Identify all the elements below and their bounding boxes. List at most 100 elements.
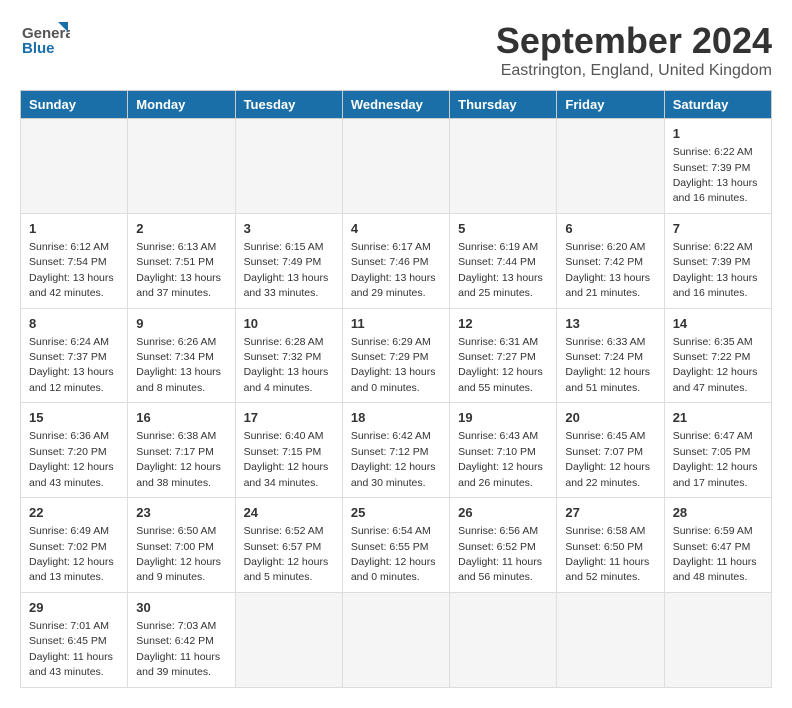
weekday-header: Monday <box>128 91 235 119</box>
calendar-day-cell: 1Sunrise: 6:12 AMSunset: 7:54 PMDaylight… <box>21 213 128 308</box>
day-number: 13 <box>565 315 655 333</box>
day-info: Sunrise: 6:20 AMSunset: 7:42 PMDaylight:… <box>565 241 650 299</box>
calendar-week-row: 15 Sunrise: 6:36 AMSunset: 7:20 PMDayligh… <box>21 403 772 498</box>
day-info: Sunrise: 6:22 AMSunset: 7:39 PMDaylight:… <box>673 241 758 299</box>
day-number: 10 <box>244 315 334 333</box>
calendar-day-cell <box>235 119 342 214</box>
calendar-day-cell: 26 Sunrise: 6:56 AMSunset: 6:52 PMDayligh… <box>450 498 557 593</box>
calendar-day-cell: 1 Sunrise: 6:22 AMSunset: 7:39 PMDaylight… <box>664 119 771 214</box>
day-number: 28 <box>673 504 763 522</box>
day-number: 7 <box>673 220 763 238</box>
day-info: Sunrise: 6:13 AMSunset: 7:51 PMDaylight:… <box>136 241 221 299</box>
day-number: 29 <box>29 599 119 617</box>
day-info: Sunrise: 6:33 AMSunset: 7:24 PMDaylight:… <box>565 336 650 394</box>
calendar-day-cell <box>557 119 664 214</box>
day-number: 15 <box>29 409 119 427</box>
calendar-week-row: 8Sunrise: 6:24 AMSunset: 7:37 PMDaylight… <box>21 308 772 403</box>
day-number: 26 <box>458 504 548 522</box>
day-number: 24 <box>244 504 334 522</box>
calendar-day-cell: 13 Sunrise: 6:33 AMSunset: 7:24 PMDayligh… <box>557 308 664 403</box>
calendar-day-cell: 28 Sunrise: 6:59 AMSunset: 6:47 PMDayligh… <box>664 498 771 593</box>
weekday-header: Tuesday <box>235 91 342 119</box>
day-info: Sunrise: 6:45 AMSunset: 7:07 PMDaylight:… <box>565 430 650 488</box>
day-number: 16 <box>136 409 226 427</box>
calendar-day-cell: 21 Sunrise: 6:47 AMSunset: 7:05 PMDayligh… <box>664 403 771 498</box>
calendar-day-cell: 6 Sunrise: 6:20 AMSunset: 7:42 PMDaylight… <box>557 213 664 308</box>
logo: General Blue <box>20 20 70 60</box>
day-info: Sunrise: 6:40 AMSunset: 7:15 PMDaylight:… <box>244 430 329 488</box>
calendar-day-cell: 30 Sunrise: 7:03 AMSunset: 6:42 PMDayligh… <box>128 592 235 687</box>
day-number: 9 <box>136 315 226 333</box>
day-number: 25 <box>351 504 441 522</box>
day-info: Sunrise: 6:58 AMSunset: 6:50 PMDaylight:… <box>565 525 649 583</box>
calendar-day-cell <box>557 592 664 687</box>
day-info: Sunrise: 6:31 AMSunset: 7:27 PMDaylight:… <box>458 336 543 394</box>
calendar-header-row: SundayMondayTuesdayWednesdayThursdayFrid… <box>21 91 772 119</box>
day-info: Sunrise: 6:54 AMSunset: 6:55 PMDaylight:… <box>351 525 436 583</box>
calendar-week-row: 29 Sunrise: 7:01 AMSunset: 6:45 PMDayligh… <box>21 592 772 687</box>
calendar-day-cell: 20 Sunrise: 6:45 AMSunset: 7:07 PMDayligh… <box>557 403 664 498</box>
calendar-table: SundayMondayTuesdayWednesdayThursdayFrid… <box>20 90 772 688</box>
calendar-day-cell: 23 Sunrise: 6:50 AMSunset: 7:00 PMDayligh… <box>128 498 235 593</box>
day-number: 23 <box>136 504 226 522</box>
logo-svg: General Blue <box>20 20 70 60</box>
day-number: 18 <box>351 409 441 427</box>
calendar-day-cell: 16Sunrise: 6:38 AMSunset: 7:17 PMDayligh… <box>128 403 235 498</box>
calendar-day-cell <box>21 119 128 214</box>
day-info: Sunrise: 6:22 AMSunset: 7:39 PMDaylight:… <box>673 146 758 204</box>
weekday-header: Thursday <box>450 91 557 119</box>
calendar-day-cell <box>342 119 449 214</box>
day-info: Sunrise: 7:03 AMSunset: 6:42 PMDaylight:… <box>136 620 220 678</box>
calendar-day-cell <box>235 592 342 687</box>
day-number: 27 <box>565 504 655 522</box>
calendar-week-row: 1 Sunrise: 6:22 AMSunset: 7:39 PMDaylight… <box>21 119 772 214</box>
day-info: Sunrise: 6:19 AMSunset: 7:44 PMDaylight:… <box>458 241 543 299</box>
day-number: 14 <box>673 315 763 333</box>
calendar-day-cell: 11Sunrise: 6:29 AMSunset: 7:29 PMDayligh… <box>342 308 449 403</box>
day-number: 12 <box>458 315 548 333</box>
day-number: 1 <box>673 125 763 143</box>
calendar-day-cell: 29 Sunrise: 7:01 AMSunset: 6:45 PMDayligh… <box>21 592 128 687</box>
day-number: 19 <box>458 409 548 427</box>
day-info: Sunrise: 6:42 AMSunset: 7:12 PMDaylight:… <box>351 430 436 488</box>
weekday-header: Friday <box>557 91 664 119</box>
day-info: Sunrise: 6:28 AMSunset: 7:32 PMDaylight:… <box>244 336 329 394</box>
calendar-day-cell: 19Sunrise: 6:43 AMSunset: 7:10 PMDayligh… <box>450 403 557 498</box>
day-info: Sunrise: 6:50 AMSunset: 7:00 PMDaylight:… <box>136 525 221 583</box>
calendar-day-cell: 25 Sunrise: 6:54 AMSunset: 6:55 PMDayligh… <box>342 498 449 593</box>
calendar-day-cell <box>342 592 449 687</box>
calendar-day-cell: 14 Sunrise: 6:35 AMSunset: 7:22 PMDayligh… <box>664 308 771 403</box>
day-info: Sunrise: 6:56 AMSunset: 6:52 PMDaylight:… <box>458 525 542 583</box>
calendar-week-row: 1Sunrise: 6:12 AMSunset: 7:54 PMDaylight… <box>21 213 772 308</box>
calendar-day-cell: 7 Sunrise: 6:22 AMSunset: 7:39 PMDaylight… <box>664 213 771 308</box>
day-number: 6 <box>565 220 655 238</box>
day-info: Sunrise: 6:59 AMSunset: 6:47 PMDaylight:… <box>673 525 757 583</box>
day-info: Sunrise: 6:35 AMSunset: 7:22 PMDaylight:… <box>673 336 758 394</box>
page-header: General Blue September 2024 Eastrington,… <box>20 20 772 80</box>
day-number: 1 <box>29 220 119 238</box>
weekday-header: Sunday <box>21 91 128 119</box>
calendar-day-cell: 9 Sunrise: 6:26 AMSunset: 7:34 PMDaylight… <box>128 308 235 403</box>
calendar-day-cell: 5Sunrise: 6:19 AMSunset: 7:44 PMDaylight… <box>450 213 557 308</box>
day-info: Sunrise: 7:01 AMSunset: 6:45 PMDaylight:… <box>29 620 113 678</box>
day-number: 21 <box>673 409 763 427</box>
day-number: 11 <box>351 315 441 333</box>
calendar-day-cell: 22 Sunrise: 6:49 AMSunset: 7:02 PMDayligh… <box>21 498 128 593</box>
day-number: 4 <box>351 220 441 238</box>
calendar-day-cell: 24Sunrise: 6:52 AMSunset: 6:57 PMDayligh… <box>235 498 342 593</box>
day-info: Sunrise: 6:47 AMSunset: 7:05 PMDaylight:… <box>673 430 758 488</box>
calendar-day-cell <box>664 592 771 687</box>
weekday-header: Saturday <box>664 91 771 119</box>
calendar-day-cell: 17Sunrise: 6:40 AMSunset: 7:15 PMDayligh… <box>235 403 342 498</box>
month-title: September 2024 <box>496 20 772 62</box>
day-info: Sunrise: 6:17 AMSunset: 7:46 PMDaylight:… <box>351 241 436 299</box>
day-info: Sunrise: 6:36 AMSunset: 7:20 PMDaylight:… <box>29 430 114 488</box>
day-number: 30 <box>136 599 226 617</box>
calendar-day-cell <box>450 119 557 214</box>
day-info: Sunrise: 6:26 AMSunset: 7:34 PMDaylight:… <box>136 336 221 394</box>
day-number: 22 <box>29 504 119 522</box>
calendar-day-cell: 27 Sunrise: 6:58 AMSunset: 6:50 PMDayligh… <box>557 498 664 593</box>
day-info: Sunrise: 6:49 AMSunset: 7:02 PMDaylight:… <box>29 525 114 583</box>
calendar-day-cell: 8Sunrise: 6:24 AMSunset: 7:37 PMDaylight… <box>21 308 128 403</box>
day-number: 20 <box>565 409 655 427</box>
